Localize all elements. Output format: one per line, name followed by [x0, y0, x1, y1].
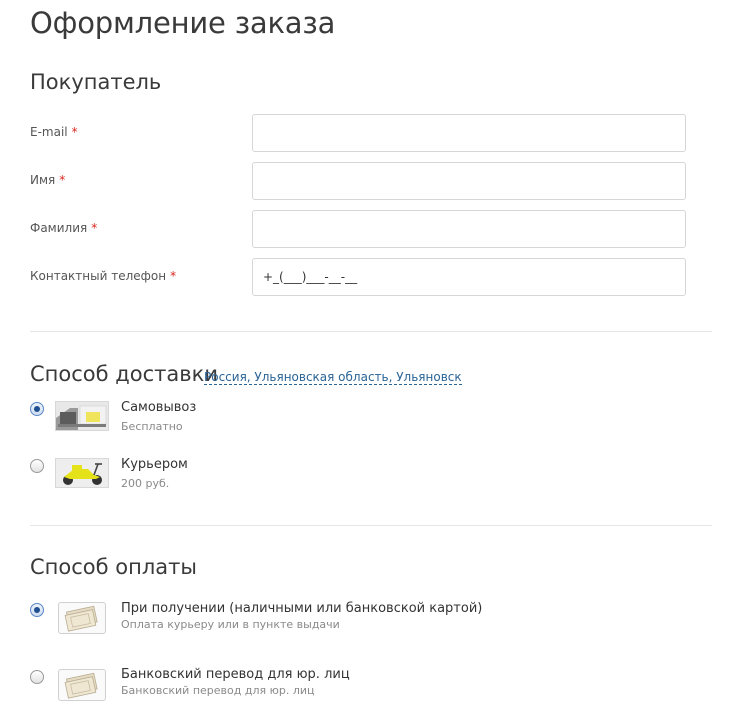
section-divider	[30, 525, 712, 526]
cash-icon	[58, 602, 106, 634]
payment-bank-transfer-radio[interactable]	[30, 670, 44, 684]
first-name-label: Имя *	[30, 173, 66, 187]
phone-label: Контактный телефон *	[30, 269, 177, 283]
payment-on-delivery-title: При получении (наличными или банковской …	[121, 601, 483, 616]
payment-on-delivery-radio[interactable]	[30, 603, 44, 617]
payment-on-delivery-subtitle: Оплата курьеру или в пункте выдачи	[121, 618, 340, 631]
email-row: E-mail *	[30, 114, 686, 152]
last-name-row: Фамилия *	[30, 210, 686, 248]
first-name-field[interactable]	[252, 162, 686, 200]
delivery-section-title: Способ доставки	[30, 362, 218, 386]
required-mark: *	[170, 269, 177, 283]
delivery-courier-title: Курьером	[121, 457, 188, 472]
email-field[interactable]	[252, 114, 686, 152]
buyer-section-title: Покупатель	[30, 70, 162, 94]
delivery-courier-radio[interactable]	[30, 459, 44, 473]
phone-row: Контактный телефон *	[30, 258, 686, 296]
required-mark: *	[91, 221, 98, 235]
delivery-location-link[interactable]: Россия, Ульяновская область, Ульяновск	[204, 370, 462, 385]
delivery-courier-subtitle: 200 руб.	[121, 477, 170, 490]
required-mark: *	[59, 173, 66, 187]
last-name-label: Фамилия *	[30, 221, 98, 235]
email-label: E-mail *	[30, 125, 78, 139]
delivery-pickup-radio[interactable]	[30, 402, 44, 416]
first-name-row: Имя *	[30, 162, 686, 200]
required-mark: *	[71, 125, 78, 139]
cash-icon	[58, 669, 106, 701]
payment-section-title: Способ оплаты	[30, 555, 197, 579]
delivery-pickup-subtitle: Бесплатно	[121, 420, 183, 433]
payment-bank-transfer-subtitle: Банковский перевод для юр. лиц	[121, 684, 315, 697]
last-name-field[interactable]	[252, 210, 686, 248]
page-title: Оформление заказа	[30, 6, 336, 40]
delivery-pickup-title: Самовывоз	[121, 400, 197, 415]
payment-bank-transfer-title: Банковский перевод для юр. лиц	[121, 667, 350, 682]
phone-field[interactable]	[252, 258, 686, 296]
store-pickup-icon	[55, 401, 109, 431]
section-divider	[30, 331, 712, 332]
courier-scooter-icon	[55, 458, 109, 488]
